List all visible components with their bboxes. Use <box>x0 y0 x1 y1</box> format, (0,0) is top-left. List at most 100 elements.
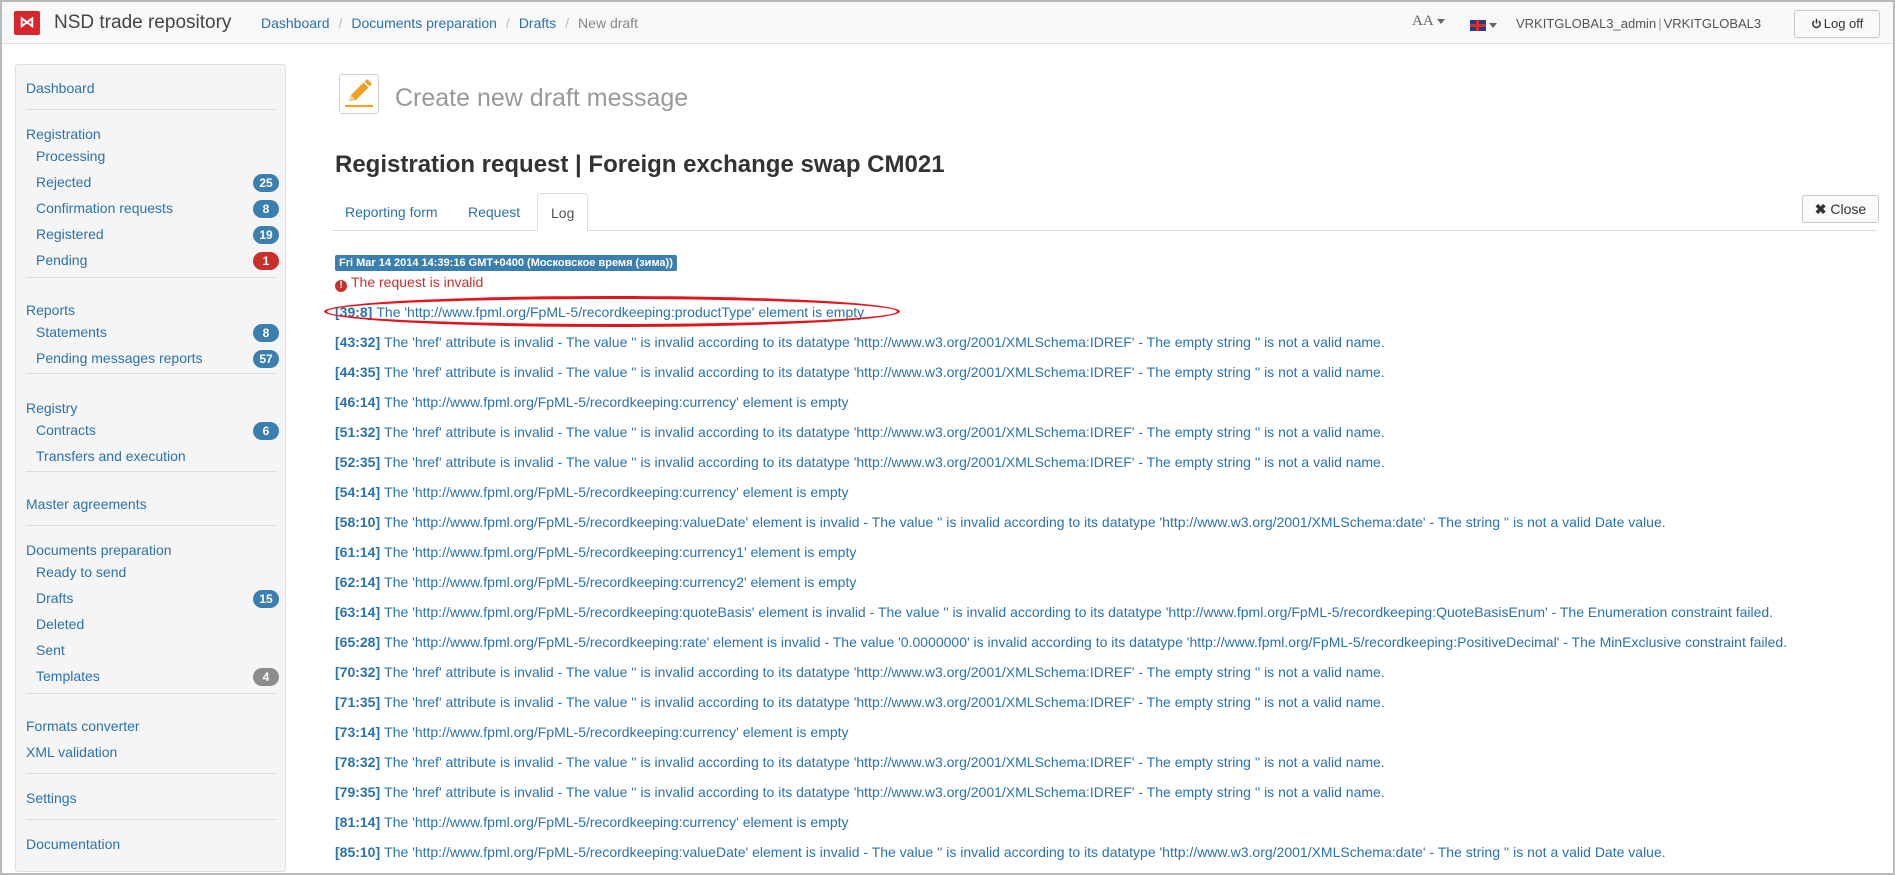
log-entry-text: The 'http://www.fpml.org/FpML-5/recordke… <box>384 484 849 500</box>
sidebar-item-deleted[interactable]: Deleted <box>26 611 279 637</box>
sidebar-item-confirmation-requests[interactable]: Confirmation requests 8 <box>26 195 279 221</box>
tab-log[interactable]: Log <box>537 193 589 232</box>
validation-status-text: The request is invalid <box>351 274 484 290</box>
sidebar-divider <box>26 471 277 472</box>
log-entry-code: [44:35] <box>335 364 381 380</box>
log-entry-code: [79:35] <box>335 784 381 800</box>
sidebar-item-processing[interactable]: Processing <box>26 143 279 169</box>
pencil-icon <box>339 74 379 114</box>
log-entry[interactable]: [63:14] The 'http://www.fpml.org/FpML-5/r… <box>335 602 1885 632</box>
sidebar-divider <box>26 819 277 820</box>
sidebar-item-label: Statements <box>36 324 107 340</box>
sidebar-item-statements[interactable]: Statements 8 <box>26 319 279 345</box>
log-entry[interactable]: [54:14] The 'http://www.fpml.org/FpML-5/r… <box>335 482 1885 512</box>
sidebar-item-label: Drafts <box>36 590 74 606</box>
count-badge: 15 <box>253 590 279 608</box>
log-entry[interactable]: [62:14] The 'http://www.fpml.org/FpML-5/r… <box>335 572 1885 602</box>
nsd-logo-icon[interactable]: ⋈ <box>14 11 40 35</box>
log-entry-text: The 'http://www.fpml.org/FpML-5/recordke… <box>384 574 857 590</box>
validation-status: ! The request is invalid <box>335 274 483 292</box>
sidebar-item-settings[interactable]: Settings <box>26 789 279 807</box>
log-entry[interactable]: [73:14] The 'http://www.fpml.org/FpML-5/r… <box>335 722 1885 752</box>
breadcrumb-separator: / <box>565 15 570 31</box>
log-entry-code: [65:28] <box>335 634 381 650</box>
log-entry[interactable]: [79:35] The 'href' attribute is invalid -… <box>335 782 1885 812</box>
sidebar-item-drafts[interactable]: Drafts 15 <box>26 585 279 611</box>
logoff-button[interactable]: Log off <box>1794 10 1880 38</box>
chevron-down-icon <box>1489 22 1497 28</box>
sidebar-item-dashboard[interactable]: Dashboard <box>26 79 279 97</box>
count-badge: 19 <box>253 226 279 244</box>
sidebar-divider <box>26 109 277 110</box>
breadcrumb-drafts[interactable]: Drafts <box>519 15 556 31</box>
sidebar-group-registration: Registration Processing Rejected 25 Confi… <box>26 125 279 273</box>
sidebar-item-pending-messages-reports[interactable]: Pending messages reports 57 <box>26 345 279 371</box>
sidebar-divider <box>26 373 277 374</box>
request-heading: Registration request | Foreign exchange … <box>335 151 945 178</box>
sidebar-item-templates[interactable]: Templates 4 <box>26 663 279 689</box>
log-entry-text: The 'href' attribute is invalid - The va… <box>384 454 1385 470</box>
sidebar-item-ready-to-send[interactable]: Ready to send <box>26 559 279 585</box>
log-entry[interactable]: [58:10] The 'http://www.fpml.org/FpML-5/r… <box>335 512 1885 542</box>
log-entry-code: [51:32] <box>335 424 381 440</box>
sidebar-item-documentation[interactable]: Documentation <box>26 835 279 853</box>
log-entry-code: [54:14] <box>335 484 381 500</box>
log-entry[interactable]: [81:14] The 'http://www.fpml.org/FpML-5/r… <box>335 812 1885 842</box>
user-org: VRKITGLOBAL3 <box>1663 16 1762 31</box>
sidebar-item-registered[interactable]: Registered 19 <box>26 221 279 247</box>
log-entry[interactable]: [44:35] The 'href' attribute is invalid -… <box>335 362 1885 392</box>
log-entry-code: [43:32] <box>335 334 381 350</box>
log-entry[interactable]: [70:32] The 'href' attribute is invalid -… <box>335 662 1885 692</box>
sidebar-divider <box>26 693 277 694</box>
breadcrumb-separator: / <box>338 15 343 31</box>
log-entry-text: The 'http://www.fpml.org/FpML-5/recordke… <box>384 514 1666 530</box>
log-entry[interactable]: [65:28] The 'http://www.fpml.org/FpML-5/r… <box>335 632 1885 662</box>
log-entry[interactable]: [71:35] The 'href' attribute is invalid -… <box>335 692 1885 722</box>
sidebar-group-reports: Reports Statements 8 Pending messages rep… <box>26 301 279 371</box>
tab-request[interactable]: Request <box>455 193 533 231</box>
log-entry-code: [61:14] <box>335 544 381 560</box>
log-entry-code: [81:14] <box>335 814 381 830</box>
sidebar-heading-registry[interactable]: Registry <box>26 399 279 417</box>
sidebar-heading-documents-preparation[interactable]: Documents preparation <box>26 541 279 559</box>
log-entry[interactable]: [78:32] The 'href' attribute is invalid -… <box>335 752 1885 782</box>
sidebar-item-master-agreements[interactable]: Master agreements <box>26 495 279 513</box>
sidebar-heading-reports[interactable]: Reports <box>26 301 279 319</box>
log-entry[interactable]: [43:32] The 'href' attribute is invalid -… <box>335 332 1885 362</box>
log-entry-text: The 'http://www.fpml.org/FpML-5/recordke… <box>384 544 857 560</box>
log-entry[interactable]: [61:14] The 'http://www.fpml.org/FpML-5/r… <box>335 542 1885 572</box>
timestamp-badge: Fri Mar 14 2014 14:39:16 GMT+0400 (Моско… <box>335 255 677 271</box>
log-entry-code: [70:32] <box>335 664 381 680</box>
sidebar-item-formats-converter[interactable]: Formats converter <box>26 717 279 735</box>
font-size-dropdown[interactable]: AA <box>1412 13 1445 30</box>
sidebar-item-label: Templates <box>36 668 100 684</box>
x-icon: ✖ <box>1814 201 1827 217</box>
sidebar-item-xml-validation[interactable]: XML validation <box>26 743 279 761</box>
sidebar-item-contracts[interactable]: Contracts 6 <box>26 417 279 443</box>
sidebar-item-transfers-and-execution[interactable]: Transfers and execution <box>26 443 279 469</box>
log-entry-code: [78:32] <box>335 754 381 770</box>
tab-reporting-form[interactable]: Reporting form <box>332 193 451 231</box>
log-entry-code: [63:14] <box>335 604 381 620</box>
log-entry-text: The 'http://www.fpml.org/FpML-5/recordke… <box>384 814 849 830</box>
sidebar-item-sent[interactable]: Sent <box>26 637 279 663</box>
close-button[interactable]: ✖ Close <box>1802 195 1879 223</box>
log-entry[interactable]: [51:32] The 'href' attribute is invalid -… <box>335 422 1885 452</box>
language-dropdown[interactable] <box>1470 16 1497 32</box>
sidebar-group-dashboard: Dashboard <box>26 79 279 97</box>
log-entry[interactable]: [52:35] The 'href' attribute is invalid -… <box>335 452 1885 482</box>
page-title: Create new draft message <box>395 84 689 112</box>
brand-title[interactable]: NSD trade repository <box>54 12 231 34</box>
breadcrumb-documents-preparation[interactable]: Documents preparation <box>351 15 497 31</box>
sidebar-item-rejected[interactable]: Rejected 25 <box>26 169 279 195</box>
breadcrumb-dashboard[interactable]: Dashboard <box>261 15 330 31</box>
log-entry[interactable]: [46:14] The 'http://www.fpml.org/FpML-5/r… <box>335 392 1885 422</box>
breadcrumb: Dashboard / Documents preparation / Drafts / N… <box>261 15 638 31</box>
log-entry-code: [73:14] <box>335 724 381 740</box>
sidebar-item-label: Confirmation requests <box>36 200 173 216</box>
sidebar-item-pending[interactable]: Pending 1 <box>26 247 279 273</box>
log-entry[interactable]: [85:10] The 'http://www.fpml.org/FpML-5/r… <box>335 842 1885 872</box>
count-badge: 8 <box>253 200 279 218</box>
count-badge: 57 <box>253 350 279 368</box>
sidebar-heading-registration[interactable]: Registration <box>26 125 279 143</box>
